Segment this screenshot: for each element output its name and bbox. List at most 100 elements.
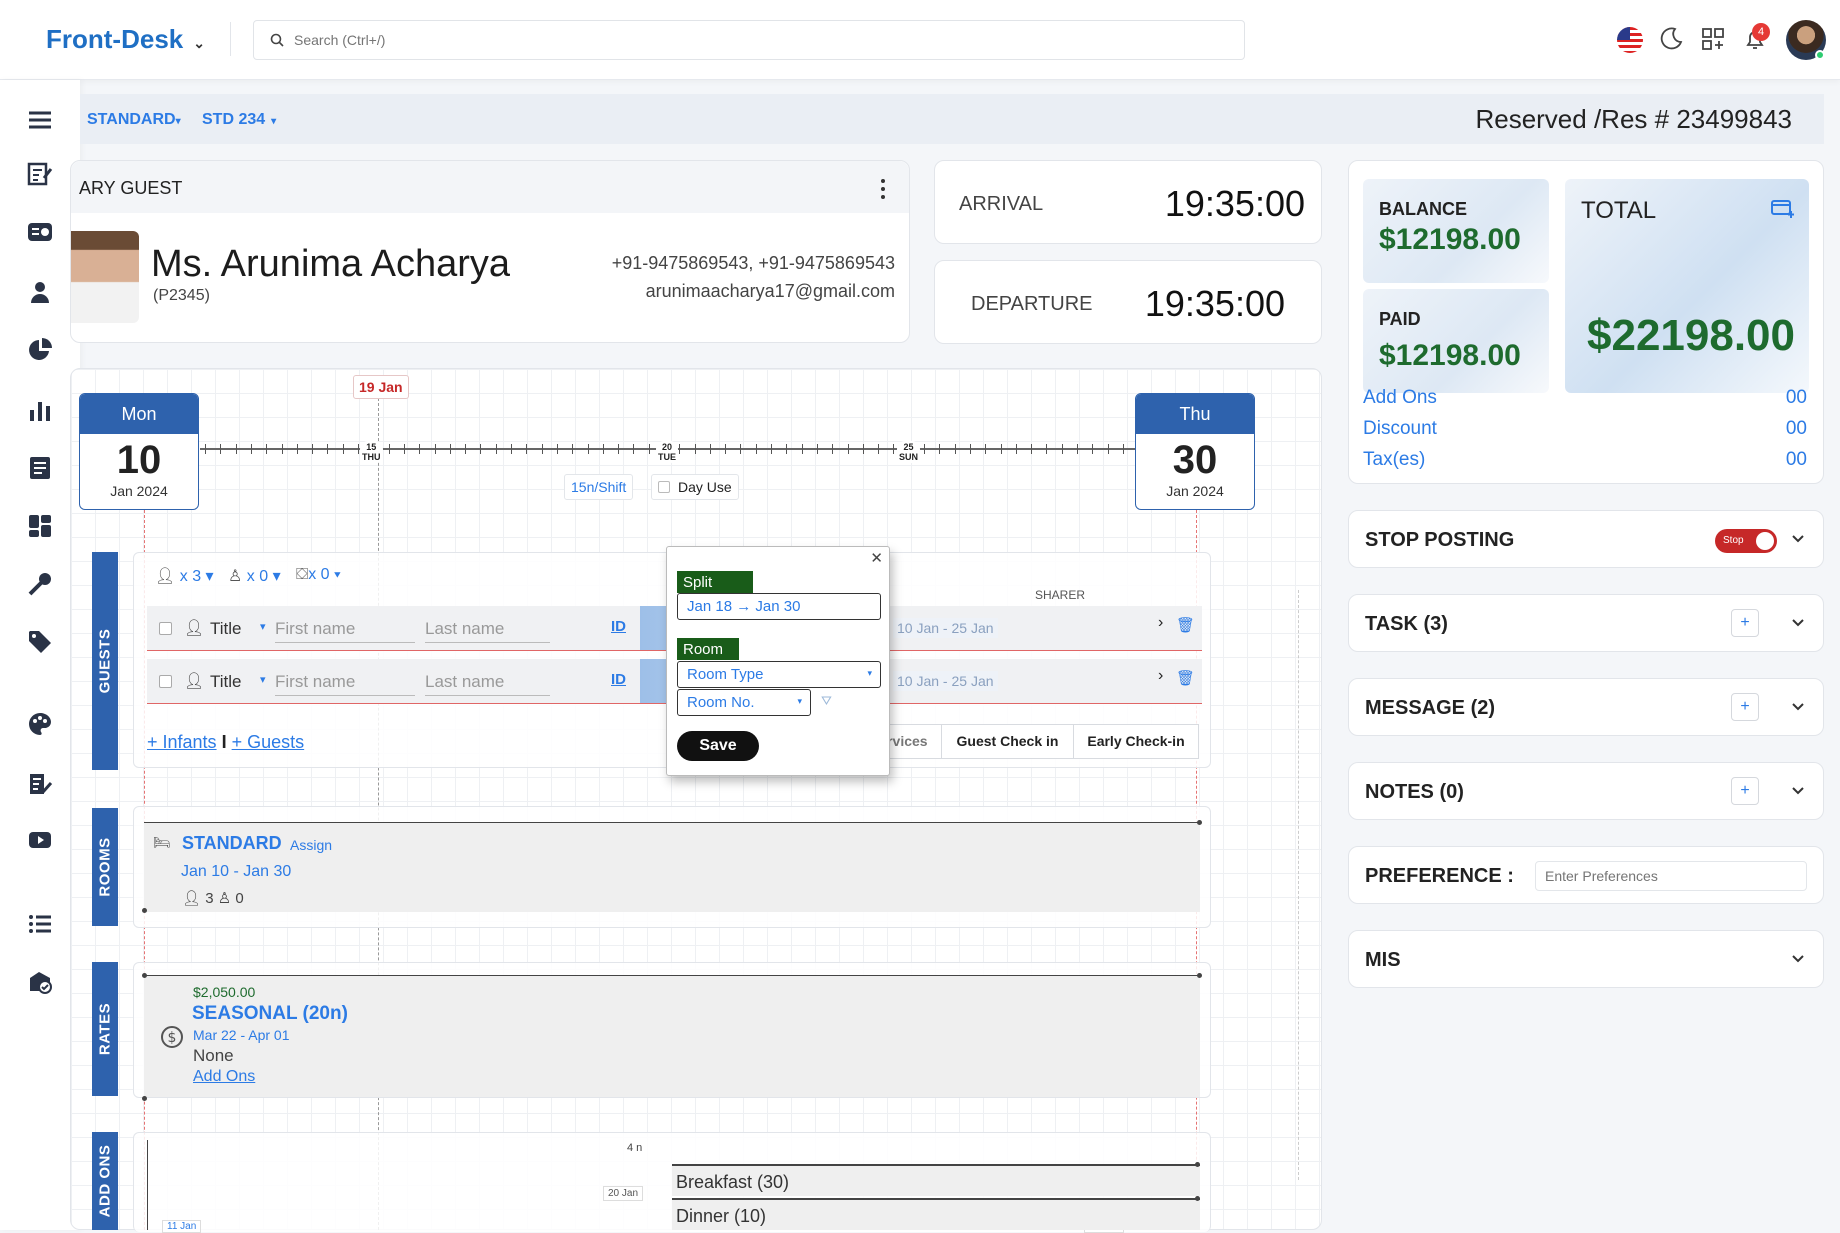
palette-icon[interactable] (26, 710, 54, 738)
addon-bar[interactable]: Dinner (10) (672, 1198, 1200, 1230)
discount-row[interactable]: Discount 00 (1363, 418, 1823, 440)
add-ons-link[interactable]: Add Ons (193, 1068, 255, 1086)
balance-amount: $12198.00 (1379, 223, 1521, 256)
message-panel[interactable]: MESSAGE (2) + (1348, 678, 1824, 736)
user-icon[interactable] (26, 278, 54, 306)
top-bar: Front-Desk ⌄ 4 (0, 0, 1840, 80)
id-card-icon[interactable] (26, 218, 54, 246)
room-type-select[interactable]: Room Type ▾ (677, 661, 881, 688)
svg-text:$: $ (168, 1030, 177, 1046)
id-link[interactable]: ID (611, 618, 626, 635)
room-type-value: Room Type (687, 666, 764, 683)
tab-add-ons[interactable]: ADD ONS (92, 1132, 118, 1230)
chevron-right-icon[interactable]: › (1158, 667, 1163, 685)
timeline-tick (419, 444, 420, 454)
room-dropdown[interactable]: STD 234 ▾ (202, 111, 276, 129)
add-ons-row[interactable]: Add Ons 00 (1363, 387, 1823, 409)
row-checkbox[interactable] (159, 675, 172, 688)
us-flag-icon[interactable] (1616, 26, 1644, 54)
addon-bar[interactable]: Breakfast (30) (672, 1164, 1200, 1196)
title-select[interactable]: Title (210, 672, 242, 692)
bar-chart-icon[interactable] (26, 396, 54, 424)
pie-chart-icon[interactable] (26, 336, 54, 364)
toggle-knob (1756, 532, 1774, 550)
app-switcher[interactable]: Front-Desk ⌄ (46, 24, 205, 55)
task-panel[interactable]: TASK (3) + (1348, 594, 1824, 652)
tab-guests[interactable]: GUESTS (92, 552, 118, 770)
guest-phone: +91-9475869543, +91-9475869543 (611, 253, 895, 273)
search-bar[interactable] (253, 20, 1245, 60)
room-type-dropdown[interactable]: STANDARD▾ (87, 111, 181, 129)
first-name-input[interactable]: First name (275, 672, 415, 696)
last-name-input[interactable]: Last name (425, 672, 550, 696)
mis-panel[interactable]: MIS (1348, 930, 1824, 988)
assign-link[interactable]: Assign (290, 837, 332, 853)
checklist-edit-icon[interactable] (26, 160, 54, 188)
children-count[interactable]: ♙ x 0 ▾ (228, 566, 281, 586)
start-date-card[interactable]: Mon 10 Jan 2024 (79, 393, 199, 510)
shift-badge[interactable]: 15n/Shift (564, 474, 634, 500)
first-name-input[interactable]: First name (275, 619, 415, 643)
shield-check-icon[interactable] (26, 968, 54, 996)
chevron-down-icon[interactable] (1791, 783, 1805, 797)
list-icon[interactable] (26, 910, 54, 938)
end-date-card[interactable]: Thu 30 Jan 2024 (1135, 393, 1255, 510)
chevron-down-icon[interactable] (1791, 951, 1805, 965)
key-icon[interactable] (26, 570, 54, 598)
search-input[interactable] (294, 21, 1194, 59)
tag-icon[interactable] (26, 628, 54, 656)
stop-posting-panel[interactable]: STOP POSTING Stop (1348, 510, 1824, 568)
split-date-range[interactable]: Jan 18 → Jan 30 (677, 593, 881, 620)
apps-grid-icon[interactable] (1700, 26, 1726, 52)
stop-posting-toggle[interactable]: Stop (1715, 529, 1777, 553)
invoice-icon[interactable] (26, 454, 54, 482)
save-button[interactable]: Save (677, 731, 759, 761)
notes-panel[interactable]: NOTES (0) + (1348, 762, 1824, 820)
chevron-down-icon[interactable] (1791, 531, 1805, 545)
taxes-row[interactable]: Tax(es) 00 (1363, 449, 1823, 471)
add-task-button[interactable]: + (1731, 609, 1759, 637)
chevron-right-icon[interactable]: › (1158, 614, 1163, 632)
guest-check-in-button[interactable]: Guest Check in (941, 724, 1074, 759)
rate-extra: None (193, 1046, 234, 1065)
timeline-tick (786, 444, 787, 454)
add-message-button[interactable]: + (1731, 693, 1759, 721)
day-use-toggle[interactable]: Day Use (651, 474, 739, 500)
tab-rates[interactable]: RATES (92, 962, 118, 1096)
preference-input[interactable] (1535, 861, 1807, 891)
guest-email: arunimaacharya17@gmail.com (645, 281, 895, 301)
add-infants-link[interactable]: + Infants (147, 732, 217, 752)
report-edit-icon[interactable] (26, 770, 54, 798)
trash-icon[interactable]: 🗑︎ (1176, 616, 1195, 634)
start-date: 10 (116, 438, 162, 482)
menu-icon[interactable] (26, 106, 54, 134)
moon-icon[interactable] (1658, 26, 1684, 52)
trash-icon[interactable]: 🗑︎ (1176, 669, 1195, 687)
close-icon[interactable]: ✕ (870, 549, 883, 567)
filter-icon[interactable]: ⛛ (821, 693, 832, 709)
chevron-down-icon[interactable] (1791, 615, 1805, 629)
kebab-menu-icon[interactable] (881, 179, 885, 203)
adults-count[interactable]: 👤︎ x 3 ▾ (155, 566, 214, 586)
early-check-in-button[interactable]: Early Check-in (1073, 724, 1199, 759)
add-note-button[interactable]: + (1731, 777, 1759, 805)
row-checkbox[interactable] (159, 622, 172, 635)
checkbox-icon[interactable] (658, 481, 670, 493)
add-card-icon[interactable] (1771, 199, 1795, 219)
panel-title: PREFERENCE : (1365, 865, 1514, 887)
person-icon: 👤︎ (184, 620, 205, 637)
video-icon[interactable] (26, 826, 54, 854)
add-guests-link[interactable]: + Guests (232, 732, 305, 752)
timeline-tick (924, 444, 925, 454)
notification-badge: 4 (1752, 23, 1770, 41)
last-name-input[interactable]: Last name (425, 619, 550, 643)
rate-plan: SEASONAL (20n) (192, 1003, 348, 1024)
title-select[interactable]: Title (210, 619, 242, 639)
chevron-down-icon[interactable] (1791, 699, 1805, 713)
id-link[interactable]: ID (611, 671, 626, 688)
timeline-tick (404, 444, 405, 454)
dashboard-icon[interactable] (26, 512, 54, 540)
tab-rooms[interactable]: ROOMS (92, 808, 118, 926)
extra-beds-count[interactable]: ⛋x 0 ▾ (296, 566, 341, 584)
room-number-select[interactable]: Room No. ▾ (677, 689, 811, 716)
